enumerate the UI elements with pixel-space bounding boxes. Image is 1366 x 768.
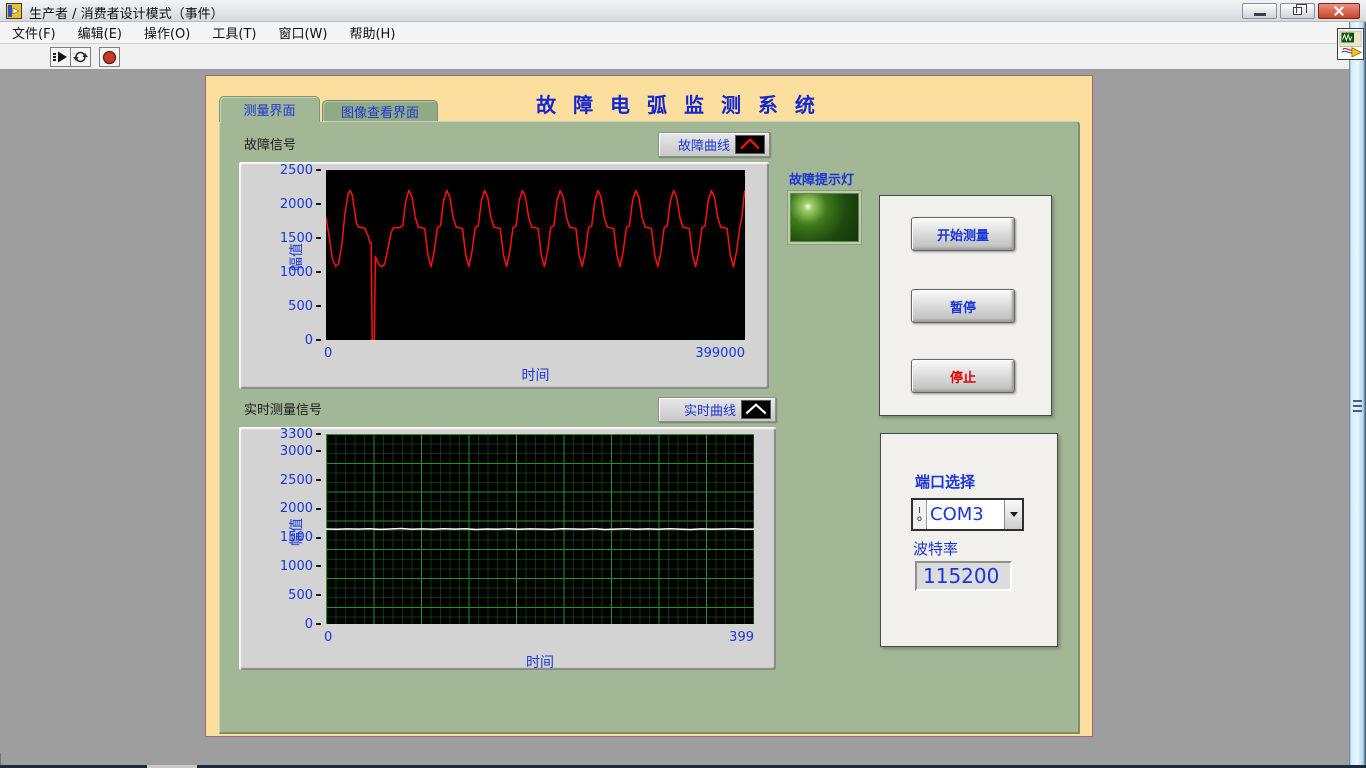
combo-dropdown-button[interactable] [1004, 500, 1022, 529]
menu-tools[interactable]: 工具(T) [204, 21, 264, 44]
realtime-signal-chart: 幅值 0500100015002000250030003300 0 399 时间 [239, 427, 776, 670]
chart1-legend-curve-icon [735, 135, 765, 154]
chart1-x-axis-label: 时间 [326, 365, 745, 385]
chart2-x-axis-label: 时间 [326, 652, 754, 672]
chart2-legend[interactable]: 实时曲线 [658, 397, 776, 422]
tab-page-measure: 故障信号 故障曲线 幅值 05001000150020002500 0 3990… [219, 121, 1080, 734]
chart1-legend-label: 故障曲线 [678, 135, 730, 154]
fault-led-label: 故障提示灯 [789, 169, 854, 188]
realtime-waveform [326, 434, 754, 624]
window-right-border [1349, 22, 1366, 766]
abort-button[interactable] [99, 47, 120, 67]
menu-edit[interactable]: 编辑(E) [70, 21, 130, 44]
fault-waveform [326, 170, 745, 340]
menu-window[interactable]: 窗口(W) [270, 21, 335, 44]
menu-file[interactable]: 文件(F) [4, 21, 64, 44]
window-title: 生产者 / 消费者设计模式（事件） [29, 3, 224, 22]
chart1-y-ticks: 05001000150020002500 [239, 170, 321, 340]
restore-button[interactable] [1280, 3, 1315, 19]
chart2-legend-label: 实时曲线 [684, 400, 736, 419]
chart2-y-ticks: 0500100015002000250030003300 [239, 434, 321, 624]
com-port-value[interactable]: COM3 [927, 500, 1004, 529]
menu-bar: 文件(F) 编辑(E) 操作(O) 工具(T) 窗口(W) 帮助(H) [0, 22, 1366, 44]
run-arrow-icon [53, 51, 68, 63]
chart1-legend[interactable]: 故障曲线 [658, 132, 770, 157]
chart2-xtick-min: 0 [324, 630, 332, 645]
fault-signal-chart: 幅值 05001000150020002500 0 399000 时间 [239, 162, 769, 389]
vi-icon[interactable] [1337, 28, 1364, 60]
pause-button[interactable]: 暂停 [911, 289, 1015, 323]
continuous-run-icon [73, 50, 88, 64]
abort-icon [102, 50, 117, 65]
io-glyph-bottom: o [917, 515, 922, 523]
chart2-plot-area [326, 434, 754, 624]
resize-grip-icon[interactable] [1353, 400, 1362, 414]
menu-operate[interactable]: 操作(O) [136, 21, 198, 44]
baud-rate-label: 波特率 [913, 538, 958, 559]
chart2-legend-curve-icon [741, 400, 771, 419]
app-window: 生产者 / 消费者设计模式（事件） 文件(F) 编辑(E) 操作(O) 工具(T… [0, 0, 1366, 768]
front-panel: 故 障 电 弧 监 测 系 统 测量界面 图像查看界面 故障信号 故障曲线 幅值… [205, 75, 1093, 737]
io-type-icon: I o [913, 500, 927, 529]
toolbar [0, 44, 1366, 70]
menu-help[interactable]: 帮助(H) [341, 21, 403, 44]
baud-rate-field[interactable]: 115200 [915, 561, 1012, 591]
chart2-title: 实时测量信号 [244, 399, 322, 418]
chart1-xtick-max: 399000 [679, 346, 745, 361]
tab-image-view[interactable]: 图像查看界面 [322, 100, 438, 122]
close-icon [1333, 5, 1345, 17]
chart1-plot-area [326, 170, 745, 340]
title-bar: 生产者 / 消费者设计模式（事件） [0, 0, 1366, 22]
restore-icon [1293, 7, 1302, 15]
tab-measure[interactable]: 测量界面 [219, 96, 320, 122]
continuous-run-button[interactable] [70, 47, 91, 67]
chart1-title: 故障信号 [244, 134, 296, 153]
minimize-button[interactable] [1242, 3, 1277, 19]
start-measure-button[interactable]: 开始测量 [911, 217, 1015, 251]
front-panel-workspace: 故 障 电 弧 监 测 系 统 测量界面 图像查看界面 故障信号 故障曲线 幅值… [0, 70, 1349, 753]
port-panel: 端口选择 I o COM3 波特率 115200 [880, 433, 1058, 647]
port-select-label: 端口选择 [915, 471, 975, 492]
close-button[interactable] [1318, 3, 1360, 19]
minimize-icon [1254, 13, 1266, 16]
fault-led-indicator [788, 191, 861, 244]
control-buttons-panel: 开始测量 暂停 停止 [879, 195, 1052, 416]
stop-button[interactable]: 停止 [911, 359, 1015, 393]
run-button[interactable] [50, 47, 71, 67]
chart1-xtick-min: 0 [324, 346, 332, 361]
labview-app-icon [6, 3, 22, 19]
com-port-combo[interactable]: I o COM3 [911, 498, 1024, 531]
chart2-xtick-max: 399 [688, 630, 754, 645]
